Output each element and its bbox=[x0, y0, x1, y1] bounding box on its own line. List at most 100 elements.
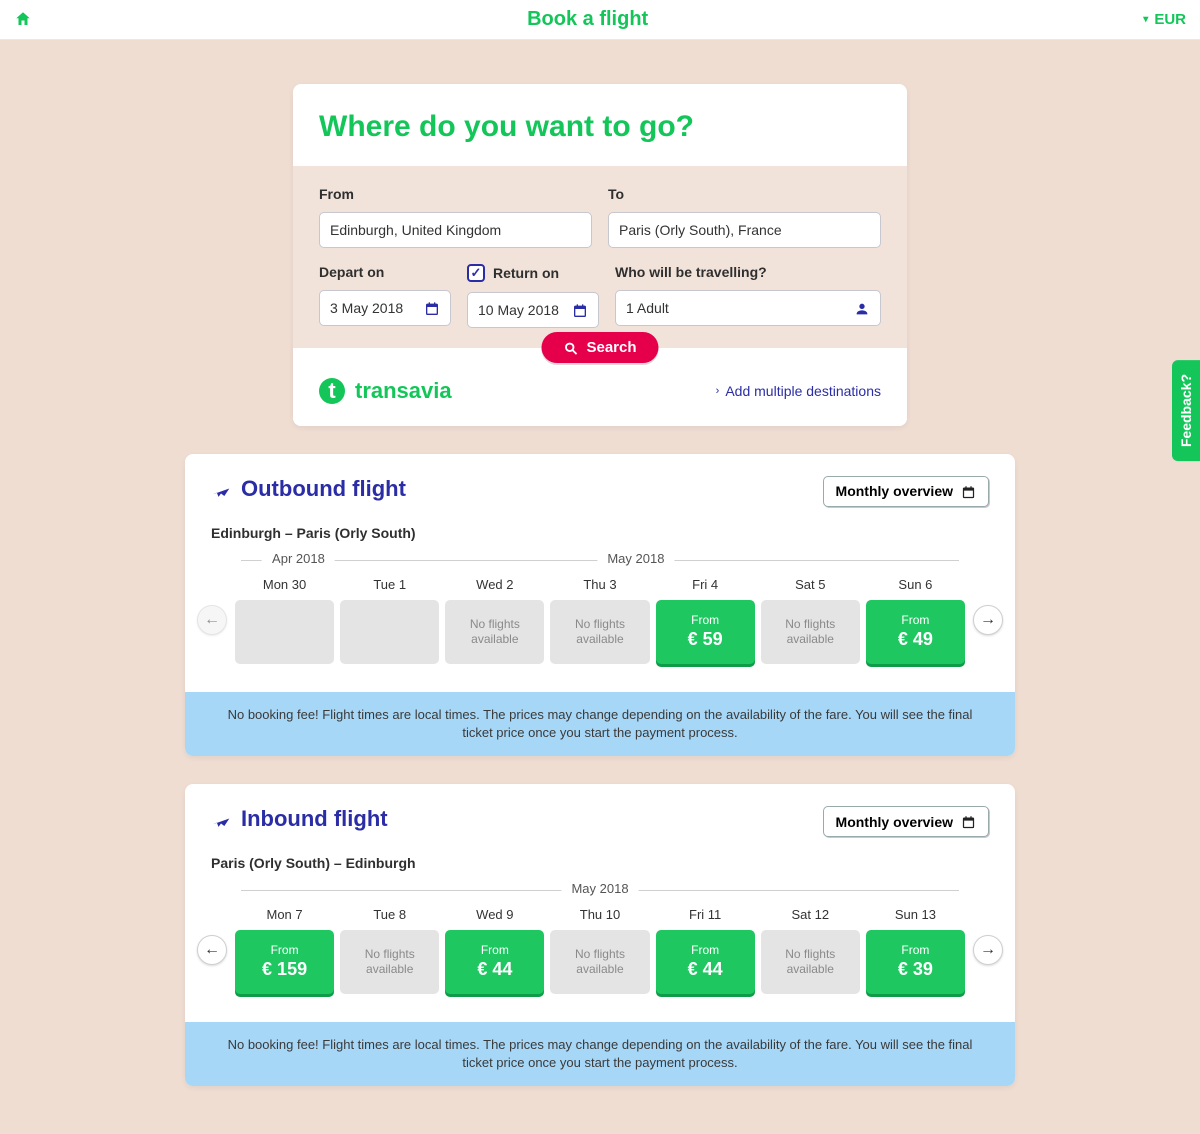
day-tile: No flights available bbox=[761, 600, 860, 664]
input-to[interactable]: Paris (Orly South), France bbox=[608, 212, 881, 248]
outbound-monthly-overview-button[interactable]: Monthly overview bbox=[823, 476, 989, 507]
search-card: Where do you want to go? From Edinburgh,… bbox=[293, 84, 907, 426]
inbound-card: Inbound flight Monthly overview Paris (O… bbox=[185, 784, 1015, 1086]
home-icon[interactable] bbox=[14, 10, 32, 28]
inbound-month-header: May 2018 bbox=[241, 881, 959, 899]
outbound-prev-button[interactable]: ← bbox=[197, 605, 227, 635]
month-label: May 2018 bbox=[597, 551, 674, 566]
day-column: Mon 7From€ 159 bbox=[235, 907, 334, 994]
day-tile[interactable]: From€ 159 bbox=[235, 930, 334, 994]
month-label: May 2018 bbox=[561, 881, 638, 896]
from-value: Edinburgh, United Kingdom bbox=[330, 222, 581, 238]
label-travellers: Who will be travelling? bbox=[615, 264, 881, 280]
day-column: Sat 12 No flights available bbox=[761, 907, 860, 994]
label-from: From bbox=[319, 186, 592, 202]
day-column: Tue 1 bbox=[340, 577, 439, 664]
overview-label: Monthly overview bbox=[836, 483, 953, 499]
search-icon bbox=[563, 339, 578, 356]
price-value: € 39 bbox=[898, 959, 933, 980]
outbound-date-strip: ← Mon 30Tue 1Wed 2No flights availableTh… bbox=[185, 569, 1015, 692]
input-depart[interactable]: 3 May 2018 bbox=[319, 290, 451, 326]
brand: t transavia bbox=[319, 378, 452, 404]
day-tile: No flights available bbox=[445, 600, 544, 664]
day-tile: No flights available bbox=[761, 930, 860, 994]
field-to: To Paris (Orly South), France bbox=[608, 186, 881, 248]
add-multi-label: Add multiple destinations bbox=[725, 383, 881, 399]
travellers-value: 1 Adult bbox=[626, 300, 854, 316]
search-button-label: Search bbox=[586, 339, 636, 356]
plane-icon bbox=[211, 476, 231, 502]
brand-logo-icon: t bbox=[319, 378, 345, 404]
outbound-card: Outbound flight Monthly overview Edinbur… bbox=[185, 454, 1015, 756]
inbound-next-button[interactable]: → bbox=[973, 935, 1003, 965]
day-label: Thu 3 bbox=[550, 577, 649, 592]
day-label: Fri 4 bbox=[656, 577, 755, 592]
outbound-header: Outbound flight Monthly overview bbox=[185, 454, 1015, 517]
day-label: Sun 6 bbox=[866, 577, 965, 592]
outbound-title-text: Outbound flight bbox=[241, 476, 406, 502]
day-tile[interactable]: From€ 49 bbox=[866, 600, 965, 664]
day-tile: No flights available bbox=[340, 930, 439, 994]
depart-value: 3 May 2018 bbox=[330, 300, 424, 316]
day-column: Sat 5No flights available bbox=[761, 577, 860, 664]
day-label: Fri 11 bbox=[656, 907, 755, 922]
inbound-prev-button[interactable]: ← bbox=[197, 935, 227, 965]
inbound-monthly-overview-button[interactable]: Monthly overview bbox=[823, 806, 989, 837]
arrow-left-icon: ← bbox=[204, 611, 220, 629]
input-travellers[interactable]: 1 Adult bbox=[615, 290, 881, 326]
day-tile[interactable]: From€ 59 bbox=[656, 600, 755, 664]
from-label: From bbox=[691, 943, 719, 957]
price-value: € 44 bbox=[688, 959, 723, 980]
input-return[interactable]: 10 May 2018 bbox=[467, 292, 599, 328]
return-checkbox[interactable]: ✓ bbox=[467, 264, 485, 282]
price-value: € 159 bbox=[262, 959, 307, 980]
day-tile[interactable]: From € 39 bbox=[866, 930, 965, 994]
to-value: Paris (Orly South), France bbox=[619, 222, 870, 238]
field-return: ✓ Return on 10 May 2018 bbox=[467, 264, 599, 328]
outbound-title: Outbound flight bbox=[211, 476, 406, 502]
outbound-month-header: Apr 2018May 2018 bbox=[241, 551, 959, 569]
search-form: From Edinburgh, United Kingdom To Paris … bbox=[293, 166, 907, 348]
price-value: € 44 bbox=[477, 959, 512, 980]
page-title: Book a flight bbox=[527, 8, 648, 31]
top-bar: Book a flight ▾ EUR bbox=[0, 0, 1200, 40]
person-icon bbox=[854, 299, 870, 316]
outbound-disclaimer: No booking fee! Flight times are local t… bbox=[185, 692, 1015, 756]
day-tile bbox=[235, 600, 334, 664]
calendar-icon bbox=[961, 483, 976, 500]
outbound-next-button[interactable]: → bbox=[973, 605, 1003, 635]
inbound-route: Paris (Orly South) – Edinburgh bbox=[185, 855, 1015, 871]
field-depart: Depart on 3 May 2018 bbox=[319, 264, 451, 328]
outbound-days: Mon 30Tue 1Wed 2No flights availableThu … bbox=[235, 577, 965, 664]
inbound-disclaimer: No booking fee! Flight times are local t… bbox=[185, 1022, 1015, 1086]
day-column: Thu 10 No flights available bbox=[550, 907, 649, 994]
arrow-left-icon: ← bbox=[204, 941, 220, 959]
search-footer: Search t transavia › Add multiple destin… bbox=[293, 348, 907, 426]
feedback-tab[interactable]: Feedback? bbox=[1172, 360, 1200, 461]
plane-icon bbox=[211, 806, 231, 832]
input-from[interactable]: Edinburgh, United Kingdom bbox=[319, 212, 592, 248]
day-tile: No flights available bbox=[550, 600, 649, 664]
day-tile[interactable]: From € 44 bbox=[656, 930, 755, 994]
brand-name: transavia bbox=[355, 378, 452, 404]
day-column: Sun 13 From € 39 bbox=[866, 907, 965, 994]
add-multiple-destinations[interactable]: › Add multiple destinations bbox=[716, 383, 881, 399]
arrow-right-icon: → bbox=[980, 941, 996, 959]
from-label: From bbox=[901, 943, 929, 957]
currency-selector[interactable]: ▾ EUR bbox=[1143, 11, 1186, 28]
inbound-date-strip: ← Mon 7From€ 159Tue 8No flights availabl… bbox=[185, 899, 1015, 1022]
day-tile[interactable]: From€ 44 bbox=[445, 930, 544, 994]
inbound-title-text: Inbound flight bbox=[241, 806, 388, 832]
calendar-icon bbox=[572, 301, 588, 318]
day-tile: No flights available bbox=[550, 930, 649, 994]
day-label: Sat 12 bbox=[761, 907, 860, 922]
overview-label: Monthly overview bbox=[836, 814, 953, 830]
inbound-title: Inbound flight bbox=[211, 806, 388, 832]
arrow-right-icon: → bbox=[980, 611, 996, 629]
day-column: Tue 8No flights available bbox=[340, 907, 439, 994]
day-label: Sun 13 bbox=[866, 907, 965, 922]
day-column: Thu 3 No flights available bbox=[550, 577, 649, 664]
search-button[interactable]: Search bbox=[541, 332, 658, 363]
day-tile bbox=[340, 600, 439, 664]
day-label: Thu 10 bbox=[550, 907, 649, 922]
